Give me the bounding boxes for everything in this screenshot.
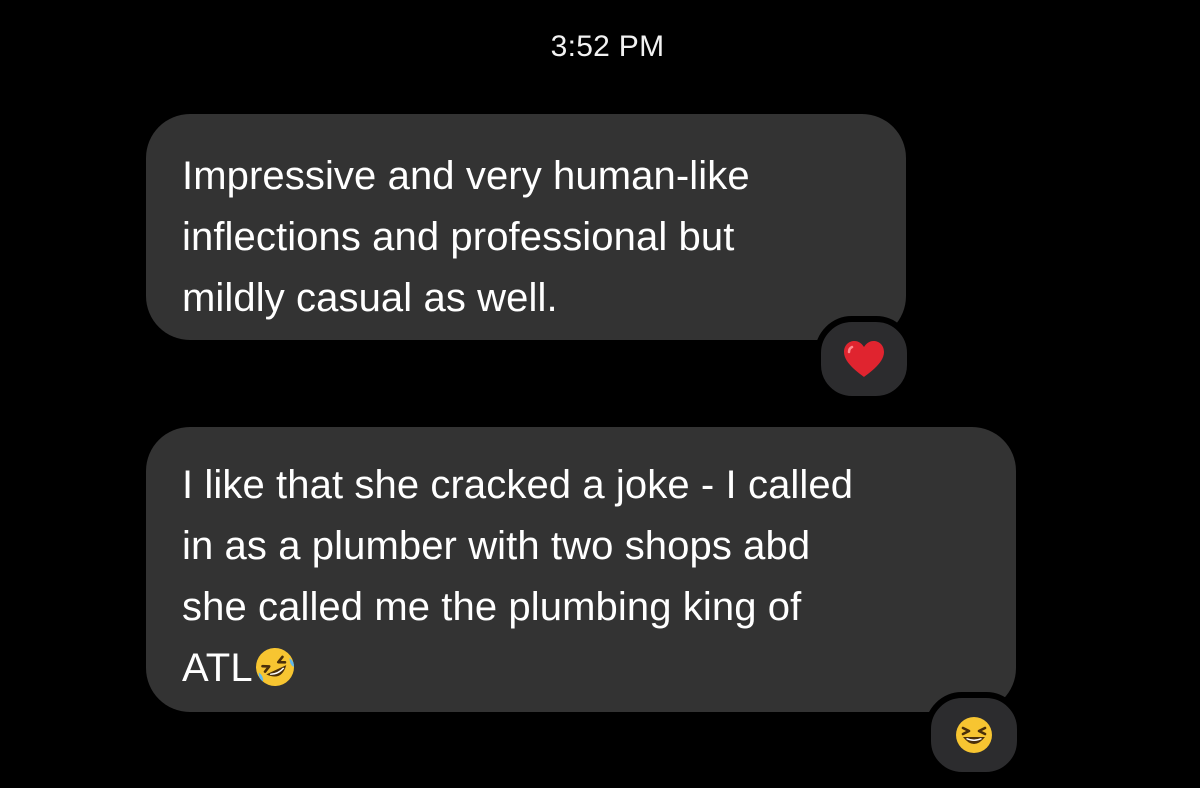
message-text: Impressive and very human-like inflectio… (182, 154, 750, 320)
reaction-badge[interactable] (815, 316, 913, 402)
message-bubble[interactable]: I like that she cracked a joke - I calle… (146, 427, 1016, 712)
message-bubble[interactable]: Impressive and very human-like inflectio… (146, 114, 906, 340)
laughing-emoji-icon (956, 717, 992, 753)
rofl-emoji-icon (255, 648, 294, 686)
message-timestamp: 3:52 PM (550, 30, 665, 63)
heart-icon (844, 341, 884, 377)
reaction-badge[interactable] (925, 692, 1023, 778)
message-text: I like that she cracked a joke - I calle… (182, 455, 986, 699)
